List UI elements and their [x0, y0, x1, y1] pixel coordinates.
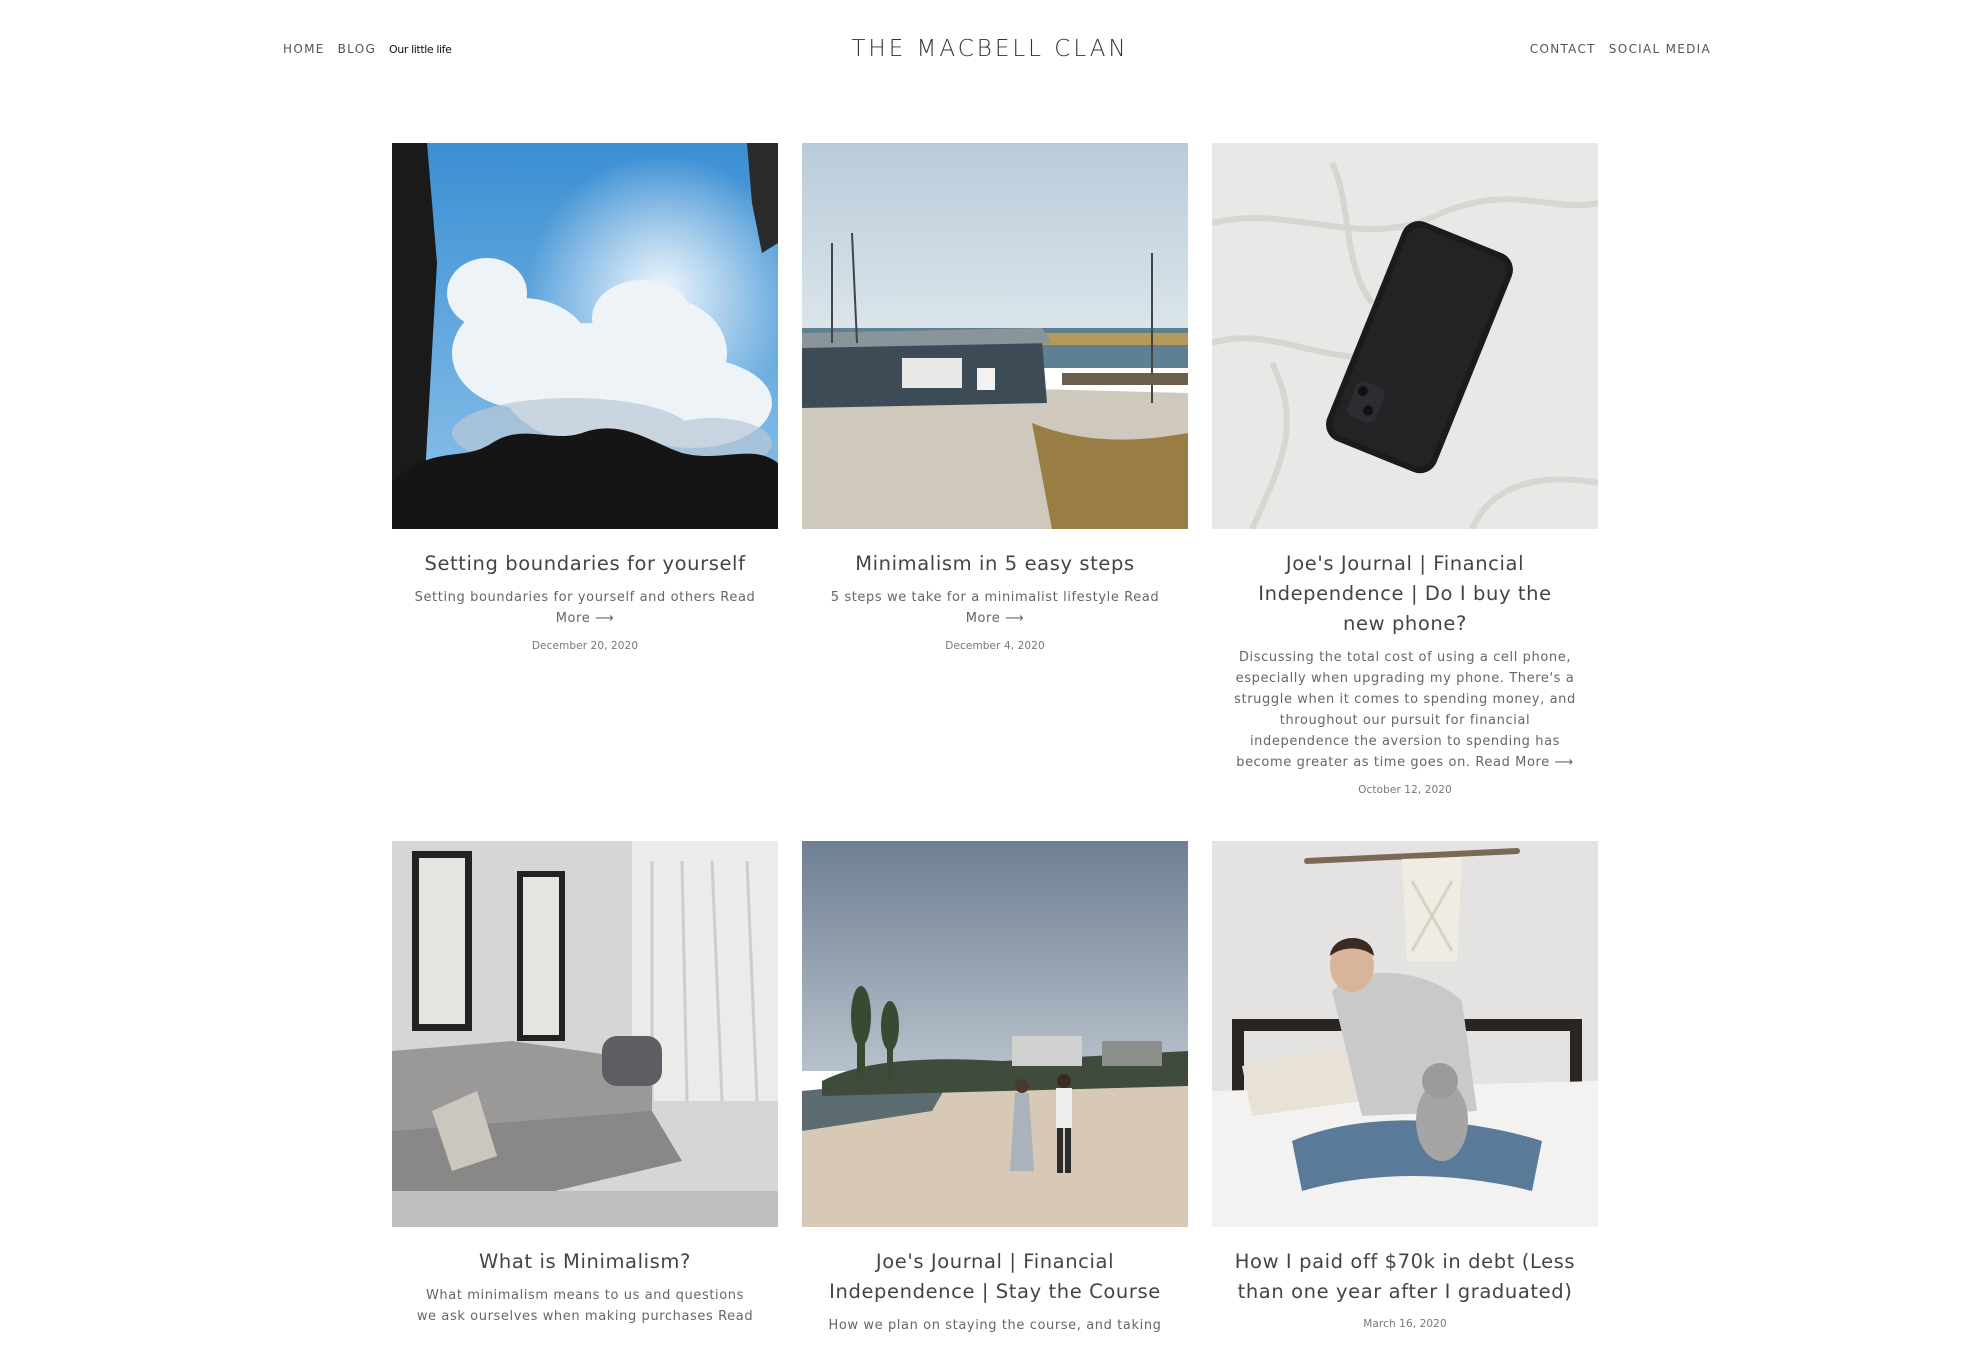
site-header: HOME BLOG Our little life THE MACBELL CL… [0, 0, 1980, 100]
post-date: December 4, 2020 [945, 640, 1045, 652]
post-title[interactable]: Joe's Journal | Financial Independence |… [1212, 549, 1598, 639]
post-excerpt[interactable]: Setting boundaries for yourself and othe… [392, 587, 778, 629]
post-image-living-room-sofa[interactable] [392, 841, 778, 1227]
post-card[interactable]: How I paid off $70k in debt (Less than o… [1212, 841, 1598, 1347]
post-date: October 12, 2020 [1358, 784, 1452, 796]
post-date: December 20, 2020 [531, 640, 639, 652]
post-excerpt[interactable]: 5 steps we take for a minimalist lifesty… [802, 587, 1188, 629]
post-card[interactable]: Joe's Journal | Financial Independence |… [802, 841, 1188, 1347]
post-image-beach-couple[interactable] [802, 841, 1188, 1227]
post-card[interactable]: What is Minimalism? What minimalism mean… [392, 841, 778, 1347]
post-card[interactable]: Setting boundaries for yourself Setting … [392, 143, 778, 796]
nav-social-media-link[interactable]: SOCIAL MEDIA [1609, 42, 1711, 56]
post-grid: Setting boundaries for yourself Setting … [392, 143, 1598, 1347]
post-image-sky-clouds[interactable] [392, 143, 778, 529]
post-card[interactable]: Minimalism in 5 easy steps 5 steps we ta… [802, 143, 1188, 796]
post-excerpt[interactable]: What minimalism means to us and question… [392, 1285, 778, 1327]
post-excerpt[interactable]: How we plan on staying the course, and t… [802, 1315, 1188, 1336]
post-title[interactable]: How I paid off $70k in debt (Less than o… [1212, 1247, 1598, 1307]
post-title[interactable]: What is Minimalism? [392, 1247, 778, 1277]
nav-contact-link[interactable]: CONTACT [1530, 42, 1596, 56]
post-card[interactable]: Joe's Journal | Financial Independence |… [1212, 143, 1598, 796]
post-title[interactable]: Joe's Journal | Financial Independence |… [802, 1247, 1188, 1307]
post-date: March 16, 2020 [1363, 1318, 1447, 1330]
post-excerpt[interactable]: Discussing the total cost of using a cel… [1212, 647, 1598, 773]
post-image-woman-on-bed[interactable] [1212, 841, 1598, 1227]
secondary-nav: CONTACT SOCIAL MEDIA [1530, 42, 1711, 56]
post-title[interactable]: Setting boundaries for yourself [392, 549, 778, 579]
post-title[interactable]: Minimalism in 5 easy steps [802, 549, 1188, 579]
post-image-phone-on-sheets[interactable] [1212, 143, 1598, 529]
post-image-dock-building[interactable] [802, 143, 1188, 529]
